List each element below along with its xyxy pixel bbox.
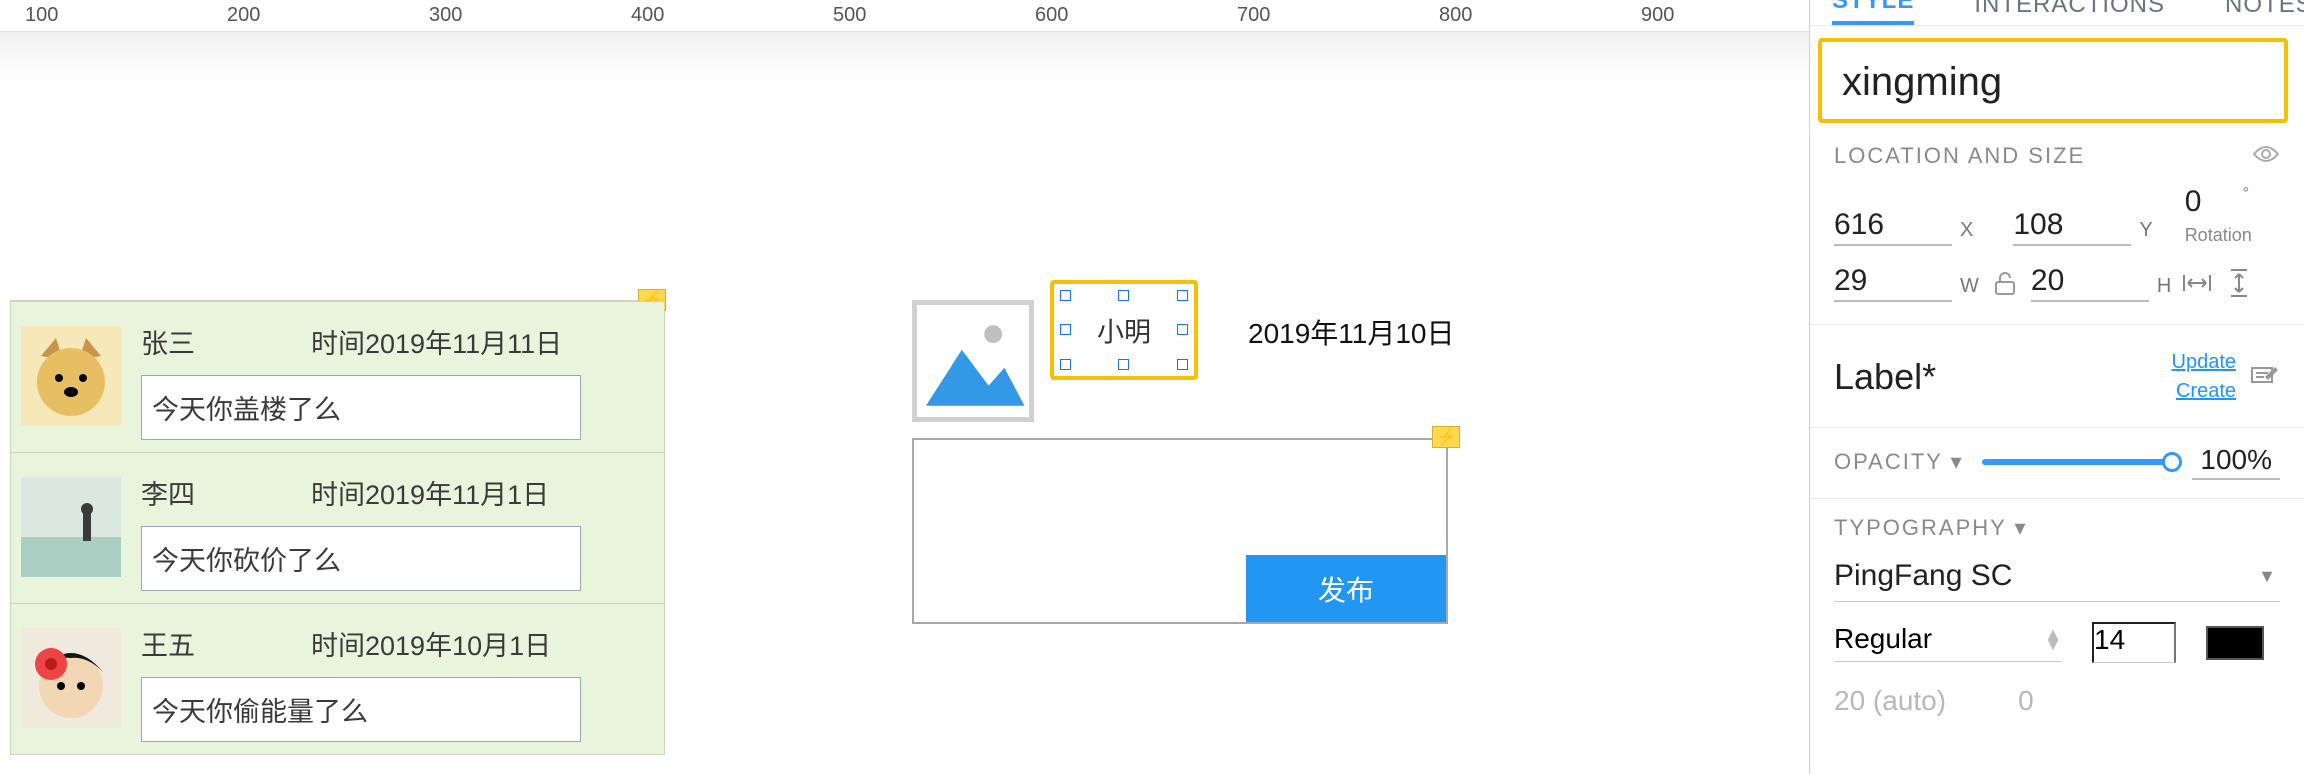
post-time: 时间2019年11月11日	[311, 322, 562, 361]
fit-width-icon[interactable]	[2181, 267, 2213, 299]
ruler-label: 500	[833, 4, 866, 27]
label-heading: Label*	[1834, 356, 1936, 398]
ruler-label: 700	[1237, 4, 1270, 27]
y-label: Y	[2139, 219, 2152, 242]
chevron-down-icon: ▼	[2258, 566, 2276, 587]
post-body[interactable]: 今天你砍价了么	[141, 526, 581, 591]
tab-notes[interactable]: NOTES	[2225, 0, 2304, 25]
eye-icon[interactable]	[2252, 144, 2280, 169]
post-body-text: 今天你盖楼了么	[152, 388, 341, 427]
tab-interactions[interactable]: INTERACTIONS	[1974, 0, 2165, 25]
post-row[interactable]: 李四 时间2019年11月1日 今天你砍价了么	[11, 452, 664, 603]
section-title-location: LOCATION AND SIZE	[1834, 143, 2085, 169]
edit-icon[interactable]	[2250, 362, 2280, 393]
font-weight-value: Regular	[1834, 623, 1932, 655]
tab-style[interactable]: STYLE	[1832, 0, 1914, 25]
post-body-text: 今天你偷能量了么	[152, 690, 368, 729]
y-input[interactable]	[2013, 208, 2131, 246]
h-label: H	[2157, 275, 2171, 298]
avatar	[11, 316, 131, 436]
element-name-field[interactable]: xingming	[1818, 38, 2288, 123]
selected-label-widget[interactable]: 小明	[1050, 280, 1198, 380]
unlock-icon[interactable]	[1989, 267, 2021, 299]
label-update-link[interactable]: Update	[2172, 351, 2237, 374]
degree-icon: °	[2243, 185, 2249, 203]
w-label: W	[1960, 275, 1979, 298]
ruler-shadow	[0, 32, 1809, 82]
post-row[interactable]: 王五 时间2019年10月1日 今天你偷能量了么	[11, 603, 664, 754]
x-label: X	[1960, 219, 1973, 242]
ruler-label: 200	[227, 4, 260, 27]
post-body[interactable]: 今天你盖楼了么	[141, 375, 581, 440]
design-canvas[interactable]: 100 200 300 400 500 600 700 800 900 ⚡ 张三…	[0, 0, 1809, 774]
font-family-select[interactable]: PingFang SC ▼	[1834, 549, 2280, 602]
opacity-value[interactable]: 100%	[2192, 444, 2280, 480]
section-title-typography[interactable]: TYPOGRAPHY ▾	[1834, 515, 2028, 540]
ruler-label: 400	[631, 4, 664, 27]
fit-height-icon[interactable]	[2223, 267, 2255, 299]
publish-label: 发布	[1318, 569, 1374, 609]
h-input[interactable]	[2031, 264, 2149, 302]
x-input[interactable]	[1834, 208, 1952, 246]
post-name: 李四	[141, 473, 231, 512]
horizontal-ruler: 100 200 300 400 500 600 700 800 900	[0, 0, 1809, 32]
post-date-label[interactable]: 2019年11月10日	[1248, 312, 1455, 352]
post-body-text: 今天你砍价了么	[152, 539, 341, 578]
ruler-label: 900	[1641, 4, 1674, 27]
rotation-label: Rotation	[2185, 225, 2252, 246]
inspector-panel: STYLE INTERACTIONS NOTES xingming LOCATI…	[1809, 0, 2304, 774]
publish-button[interactable]: 发布	[1246, 555, 1446, 622]
post-content-textarea[interactable]: ⚡ 发布	[912, 438, 1448, 624]
post-time: 时间2019年10月1日	[311, 624, 551, 663]
element-name-text: xingming	[1842, 60, 2002, 104]
label-create-link[interactable]: Create	[2176, 380, 2236, 403]
section-title-opacity[interactable]: OPACITY ▾	[1834, 449, 1964, 475]
stepper-icon[interactable]: ▲▼	[2044, 629, 2062, 649]
selected-label-text: 小明	[1097, 311, 1151, 350]
line-height-value[interactable]: 20 (auto)	[1834, 685, 1946, 717]
ruler-label: 800	[1439, 4, 1472, 27]
w-input[interactable]	[1834, 264, 1952, 302]
post-time: 时间2019年11月1日	[311, 473, 549, 512]
font-weight-select[interactable]: Regular ▲▼	[1834, 623, 2062, 662]
post-repeater[interactable]: ⚡ 张三 时间2019年11月11日 今天你盖楼了么	[10, 300, 665, 755]
font-family-value: PingFang SC	[1834, 559, 2012, 593]
text-color-swatch[interactable]	[2206, 626, 2264, 660]
ruler-label: 600	[1035, 4, 1068, 27]
post-name: 王五	[141, 624, 231, 663]
post-body[interactable]: 今天你偷能量了么	[141, 677, 581, 742]
letter-spacing-value[interactable]: 0	[2018, 685, 2034, 717]
opacity-slider[interactable]	[1982, 459, 2175, 465]
avatar	[11, 467, 131, 587]
slider-knob[interactable]	[2162, 452, 2182, 472]
image-placeholder[interactable]	[912, 300, 1034, 422]
font-size-input[interactable]	[2092, 622, 2176, 663]
ruler-label: 300	[429, 4, 462, 27]
post-row[interactable]: 张三 时间2019年11月11日 今天你盖楼了么	[11, 301, 664, 452]
avatar	[11, 618, 131, 738]
panel-tabs: STYLE INTERACTIONS NOTES	[1810, 0, 2304, 26]
post-name: 张三	[141, 322, 231, 361]
lightning-icon[interactable]: ⚡	[1432, 426, 1460, 448]
ruler-label: 100	[25, 4, 58, 27]
rotation-input[interactable]	[2185, 185, 2239, 221]
